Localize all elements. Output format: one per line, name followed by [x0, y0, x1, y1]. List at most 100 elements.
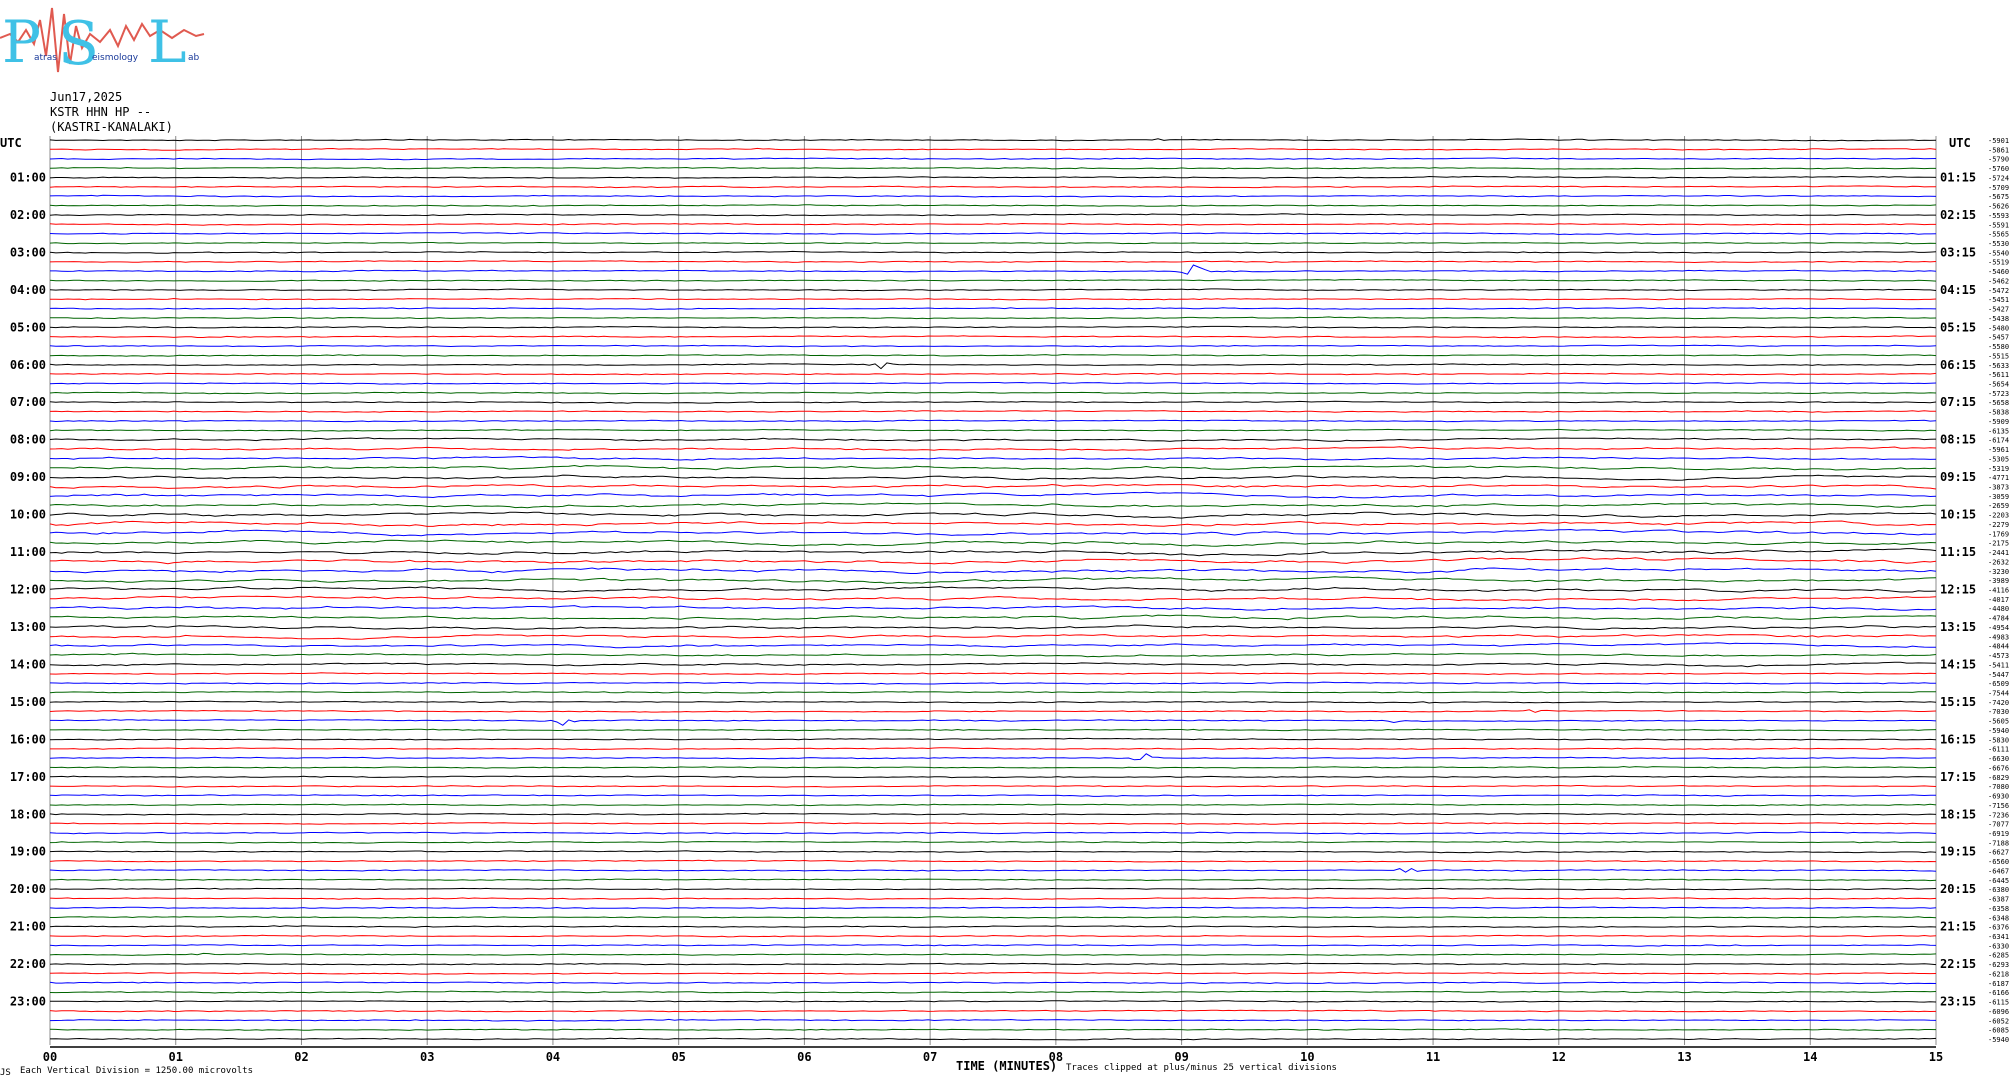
trace-line: [49, 474, 1936, 481]
right-hour-label: 04:15: [1940, 283, 1976, 297]
x-tick-label: 02: [294, 1050, 308, 1064]
trace-offset-label: -5591: [1988, 221, 2009, 229]
trace-line: [49, 624, 1937, 631]
trace-offset-label: -5723: [1988, 390, 2009, 398]
trace-line: [49, 990, 1937, 994]
trace-offset-label: -6930: [1988, 793, 2009, 801]
left-hour-label: 06:00: [10, 358, 46, 372]
trace-line: [49, 952, 1937, 956]
trace-offset-label: -6285: [1988, 952, 2009, 960]
left-hour-label: 20:00: [10, 882, 46, 896]
right-hour-label: 21:15: [1940, 920, 1976, 934]
trace-offset-label: -5472: [1988, 287, 2009, 295]
trace-offset-label: -6115: [1988, 999, 2009, 1007]
trace-line: [49, 634, 1937, 640]
left-hour-label: 22:00: [10, 957, 46, 971]
trace-offset-label: -6376: [1988, 924, 2009, 932]
trace-offset-label: -5961: [1988, 446, 2009, 454]
trace-offset-label: -6358: [1988, 905, 2009, 913]
trace-line: [49, 278, 1937, 282]
trace-line: [50, 915, 1937, 919]
trace-offset-label: -7188: [1988, 839, 2009, 847]
trace-offset-label: -5580: [1988, 343, 2009, 351]
trace-offset-label: -5909: [1988, 418, 2009, 426]
right-hour-label: 19:15: [1940, 845, 1976, 859]
trace-offset-label: -5462: [1988, 277, 2009, 285]
trace-line: [49, 962, 1937, 966]
x-tick-label: 10: [1300, 1050, 1314, 1064]
traces: [49, 138, 1937, 1041]
trace-line: [49, 437, 1937, 442]
trace-offset-label: -2441: [1988, 549, 2009, 557]
trace-line: [49, 803, 1937, 807]
trace-offset-label: -5861: [1988, 146, 2009, 154]
x-tick-label: 03: [420, 1050, 434, 1064]
trace-offset-label: -5838: [1988, 409, 2009, 417]
trace-offset-label: -1769: [1988, 530, 2009, 538]
right-hour-label: 20:15: [1940, 882, 1976, 896]
left-hour-label: 10:00: [10, 508, 46, 522]
trace-line: [49, 335, 1936, 339]
trace-offset-label: -6560: [1988, 858, 2009, 866]
left-hour-label: 19:00: [10, 845, 46, 859]
left-hour-label: 03:00: [10, 245, 46, 259]
left-hour-label: 01:00: [10, 170, 46, 184]
trace-offset-label: -4844: [1988, 643, 2009, 651]
right-hour-label: 12:15: [1940, 583, 1976, 597]
trace-line: [49, 483, 1937, 490]
trace-offset-label: -5724: [1988, 174, 2009, 182]
trace-line: [49, 325, 1937, 329]
trace-line: [49, 175, 1937, 179]
x-tick-label: 04: [546, 1050, 560, 1064]
trace-line: [49, 213, 1936, 217]
trace-line: [50, 264, 1937, 275]
trace-line: [49, 194, 1937, 198]
trace-line: [49, 185, 1937, 189]
trace-line: [49, 925, 1937, 928]
trace-line: [49, 821, 1936, 825]
right-hour-label: 14:15: [1940, 657, 1976, 671]
trace-line: [49, 511, 1937, 519]
trace-offset-label: -2659: [1988, 502, 2009, 510]
trace-line: [49, 840, 1937, 844]
trace-line: [49, 138, 1937, 142]
right-hour-label: 08:15: [1940, 433, 1976, 447]
trace-offset-label: -7156: [1988, 802, 2009, 810]
trace-offset-label: -5457: [1988, 334, 2009, 342]
trace-offset-label: -7236: [1988, 811, 2009, 819]
trace-line: [49, 400, 1937, 404]
trace-line: [49, 307, 1937, 310]
trace-line: [49, 316, 1937, 320]
trace-line: [49, 232, 1937, 236]
trace-offset-label: -6096: [1988, 1008, 2009, 1016]
trace-offset-label: -6341: [1988, 933, 2009, 941]
right-hour-label: 06:15: [1940, 358, 1976, 372]
trace-line: [50, 297, 1937, 301]
trace-line: [49, 1037, 1937, 1041]
trace-offset-label: -5611: [1988, 371, 2009, 379]
trace-offset-label: -6387: [1988, 896, 2009, 904]
trace-offset-label: -5675: [1988, 193, 2009, 201]
trace-line: [49, 681, 1937, 685]
trace-offset-label: -3873: [1988, 483, 2009, 491]
right-hour-label: 01:15: [1940, 170, 1976, 184]
trace-offset-label: -2279: [1988, 521, 2009, 529]
trace-offset-label: -6330: [1988, 942, 2009, 950]
trace-offset-label: -5940: [1988, 1036, 2009, 1044]
trace-offset-label: -4784: [1988, 615, 2009, 623]
trace-line: [49, 981, 1937, 985]
left-hour-label: 12:00: [10, 583, 46, 597]
trace-offset-label: -5626: [1988, 203, 2009, 211]
trace-line: [49, 391, 1937, 395]
trace-line: [49, 878, 1937, 882]
trace-line: [49, 753, 1937, 761]
left-hour-label: 21:00: [10, 920, 46, 934]
trace-offset-label: -6445: [1988, 877, 2009, 885]
trace-line: [49, 944, 1937, 947]
trace-offset-label: -6085: [1988, 1027, 2009, 1035]
trace-line: [49, 934, 1937, 938]
x-tick-label: 06: [797, 1050, 811, 1064]
right-hour-label: 13:15: [1940, 620, 1976, 634]
left-hour-label: 05:00: [10, 320, 46, 334]
x-tick-label: 14: [1803, 1050, 1817, 1064]
